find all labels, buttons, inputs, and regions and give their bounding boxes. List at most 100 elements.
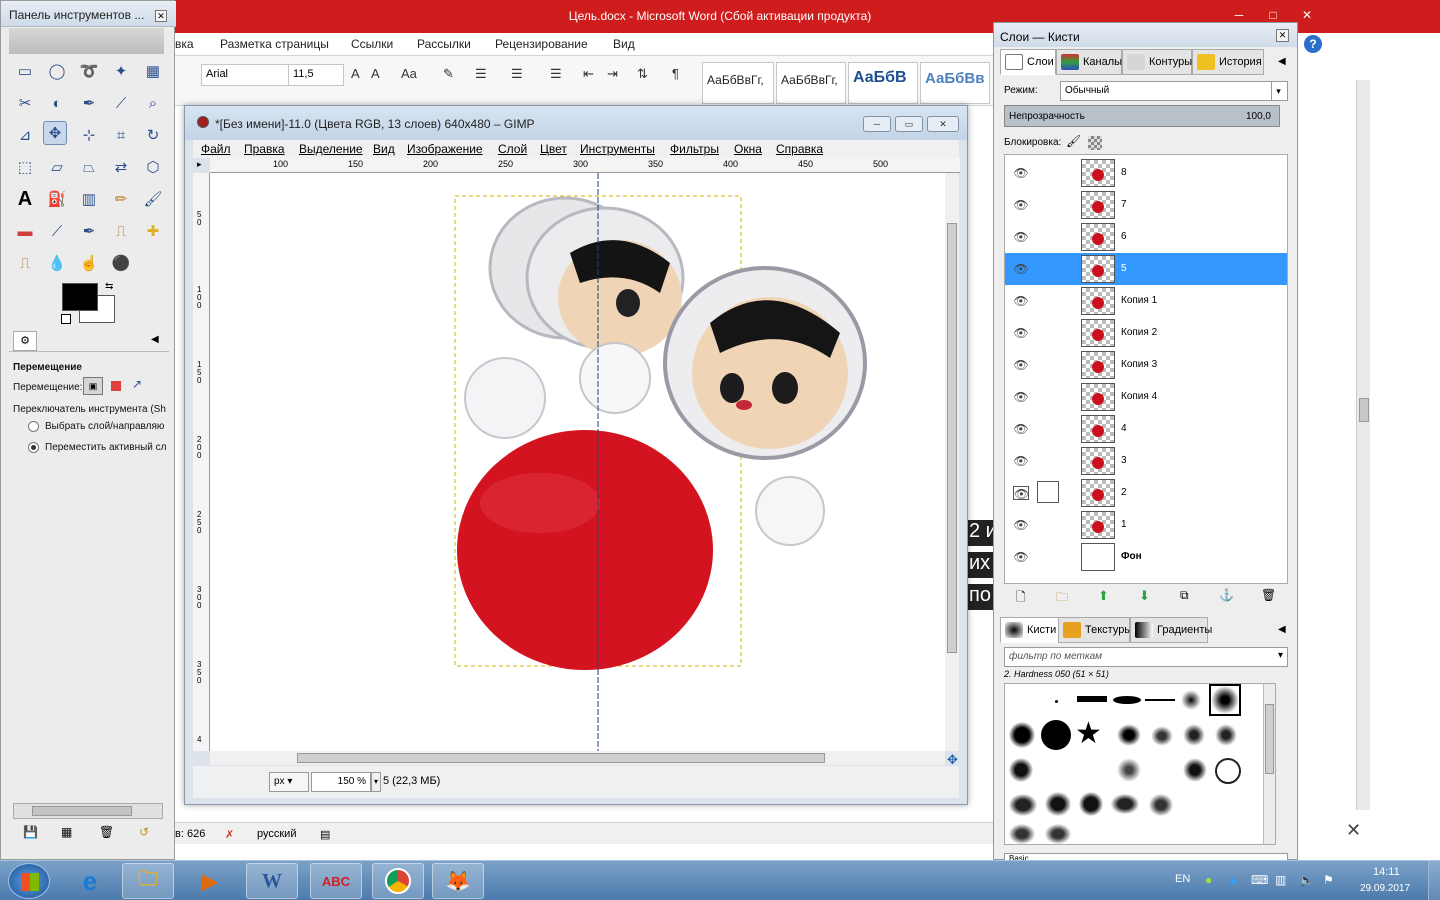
- brush-tag-filter[interactable]: фильтр по меткам ▾: [1004, 647, 1288, 667]
- brushes-menu-icon[interactable]: ◀: [1278, 624, 1286, 635]
- zoom-dropdown-icon[interactable]: ▾: [371, 772, 381, 792]
- layer-row[interactable]: 👁 6: [1005, 221, 1287, 253]
- vscroll-thumb[interactable]: [947, 223, 957, 653]
- brush-block[interactable]: [1077, 696, 1107, 702]
- chrome-icon[interactable]: [372, 863, 424, 899]
- layer-row[interactable]: 👁 7: [1005, 189, 1287, 221]
- brush-texture[interactable]: [1183, 758, 1207, 782]
- menu-tools[interactable]: Инструменты: [580, 142, 655, 156]
- zoom-icon[interactable]: ⌕: [141, 91, 165, 115]
- visibility-eye-icon[interactable]: 👁: [1013, 198, 1029, 212]
- visibility-eye-icon[interactable]: 👁: [1013, 326, 1029, 340]
- image-maximize-button[interactable]: ▭: [895, 116, 923, 132]
- clear-format-icon[interactable]: ✎: [443, 66, 454, 82]
- cage-icon[interactable]: ⬡: [141, 155, 165, 179]
- bullets-icon[interactable]: ☰: [475, 66, 487, 82]
- menu-select[interactable]: Выделение: [299, 142, 363, 156]
- tab-patterns[interactable]: Текстуры: [1058, 617, 1132, 643]
- toolbox-hscroll-thumb[interactable]: [32, 806, 132, 816]
- tab-references[interactable]: Ссылки: [351, 37, 393, 51]
- show-desktop-button[interactable]: [1428, 861, 1440, 900]
- paths-icon[interactable]: ✒: [77, 91, 101, 115]
- heal-icon[interactable]: ✚: [141, 219, 165, 243]
- brush-line[interactable]: [1145, 699, 1175, 701]
- brush-texture[interactable]: [1149, 794, 1173, 816]
- color-picker-icon[interactable]: ⟋: [109, 91, 133, 115]
- layer-mask-thumbnail[interactable]: [1037, 481, 1059, 503]
- reset-colors-icon[interactable]: [61, 314, 71, 324]
- brush-texture[interactable]: [1009, 758, 1033, 782]
- brush-texture[interactable]: [1079, 792, 1103, 816]
- clone-icon[interactable]: ⎍: [109, 219, 133, 243]
- brush-splatter[interactable]: [1183, 724, 1205, 746]
- tool-options-tab-icon[interactable]: ⚙: [13, 331, 37, 351]
- multilevel-icon[interactable]: ☰: [550, 66, 562, 82]
- zoom-select[interactable]: 150 %: [311, 772, 371, 792]
- brush-selected[interactable]: [1209, 684, 1241, 716]
- configure-tab-icon[interactable]: ◀: [151, 334, 159, 345]
- paintbrush-icon[interactable]: 🖌: [141, 187, 165, 211]
- tab-insert[interactable]: вка: [175, 37, 194, 51]
- spellcheck-icon[interactable]: ✗: [225, 828, 234, 841]
- raise-layer-icon[interactable]: ⬆: [1098, 588, 1109, 604]
- style-no-spacing[interactable]: АаБбВвГг,: [776, 62, 846, 104]
- toolbox-close-button[interactable]: ✕: [155, 10, 167, 22]
- language-label[interactable]: русский: [257, 828, 296, 840]
- tray-volume-icon[interactable]: 🔈: [1299, 873, 1314, 887]
- word-close-button[interactable]: ✕: [1296, 8, 1318, 24]
- rotate-icon[interactable]: ↻: [141, 123, 165, 147]
- visibility-eye-icon[interactable]: 👁: [1013, 262, 1029, 276]
- font-size-select[interactable]: 11,5: [288, 64, 344, 86]
- foreground-color-swatch[interactable]: [62, 283, 98, 311]
- tab-review[interactable]: Рецензирование: [495, 37, 588, 51]
- fuzzy-select-icon[interactable]: ✦: [109, 59, 133, 83]
- visibility-eye-icon[interactable]: 👁: [1013, 454, 1029, 468]
- brush-grid-scrollbar[interactable]: [1263, 684, 1275, 844]
- move-path-mode-icon[interactable]: ↗: [132, 377, 142, 391]
- visibility-eye-icon[interactable]: 👁: [1013, 550, 1029, 564]
- decrease-indent-icon[interactable]: ⇤: [583, 66, 594, 82]
- menu-file[interactable]: Файл: [201, 142, 231, 156]
- rect-select-icon[interactable]: ▭: [13, 59, 37, 83]
- clock-date[interactable]: 29.09.2017: [1360, 883, 1410, 894]
- dodge-burn-icon[interactable]: ⚫: [109, 251, 133, 275]
- brush-grid[interactable]: ★: [1004, 683, 1276, 845]
- menu-layer[interactable]: Слой: [498, 142, 527, 156]
- layer-row[interactable]: 👁 Копия 2: [1005, 317, 1287, 349]
- brush-hard-soft[interactable]: [1009, 722, 1035, 748]
- tab-gradients[interactable]: Градиенты: [1130, 617, 1212, 643]
- visibility-eye-icon[interactable]: 👁: [1013, 486, 1029, 501]
- quick-mask-corner-icon[interactable]: ▸: [197, 159, 202, 170]
- visibility-eye-icon[interactable]: 👁: [1013, 358, 1029, 372]
- sort-icon[interactable]: ⇅: [637, 66, 648, 82]
- word-count[interactable]: в: 626: [175, 828, 205, 840]
- foreground-select-icon[interactable]: ◐: [45, 91, 69, 115]
- layer-row[interactable]: 👁 Копия 3: [1005, 349, 1287, 381]
- perspective-icon[interactable]: ⏢: [77, 155, 101, 179]
- visibility-eye-icon[interactable]: 👁: [1013, 422, 1029, 436]
- media-player-icon[interactable]: ▶: [184, 863, 236, 899]
- tab-paths[interactable]: Контуры: [1122, 49, 1192, 75]
- grow-font-icon[interactable]: A: [351, 66, 360, 81]
- macro-icon[interactable]: ▤: [320, 828, 330, 841]
- visibility-eye-icon[interactable]: 👁: [1013, 390, 1029, 404]
- brush-hard-circle[interactable]: [1041, 720, 1071, 750]
- pencil-icon[interactable]: ✏: [109, 187, 133, 211]
- layer-row[interactable]: 👁 Копия 1: [1005, 285, 1287, 317]
- brush-scroll-thumb[interactable]: [1265, 704, 1274, 774]
- measure-icon[interactable]: ⊿: [13, 123, 37, 147]
- style-normal[interactable]: АаБбВвГг,: [702, 62, 774, 104]
- pilcrow-icon[interactable]: ¶: [672, 66, 679, 81]
- visibility-eye-icon[interactable]: 👁: [1013, 230, 1029, 244]
- horizontal-ruler[interactable]: 100 150 200 250 300 350 400 450 500: [210, 158, 960, 173]
- swap-colors-icon[interactable]: ⇆: [105, 281, 113, 292]
- tab-mailings[interactable]: Рассылки: [417, 37, 471, 51]
- word-vertical-scrollbar[interactable]: [1356, 80, 1370, 810]
- abc-app-icon[interactable]: ABC: [310, 863, 362, 899]
- tab-brushes[interactable]: Кисти: [1000, 617, 1062, 643]
- brush-texture[interactable]: [1009, 794, 1037, 816]
- scissors-icon[interactable]: ✂: [13, 91, 37, 115]
- text-tool-icon[interactable]: A: [13, 187, 37, 211]
- toolbox-reset-icon[interactable]: ↺: [139, 825, 149, 839]
- new-layer-icon[interactable]: 🗋: [1016, 588, 1026, 609]
